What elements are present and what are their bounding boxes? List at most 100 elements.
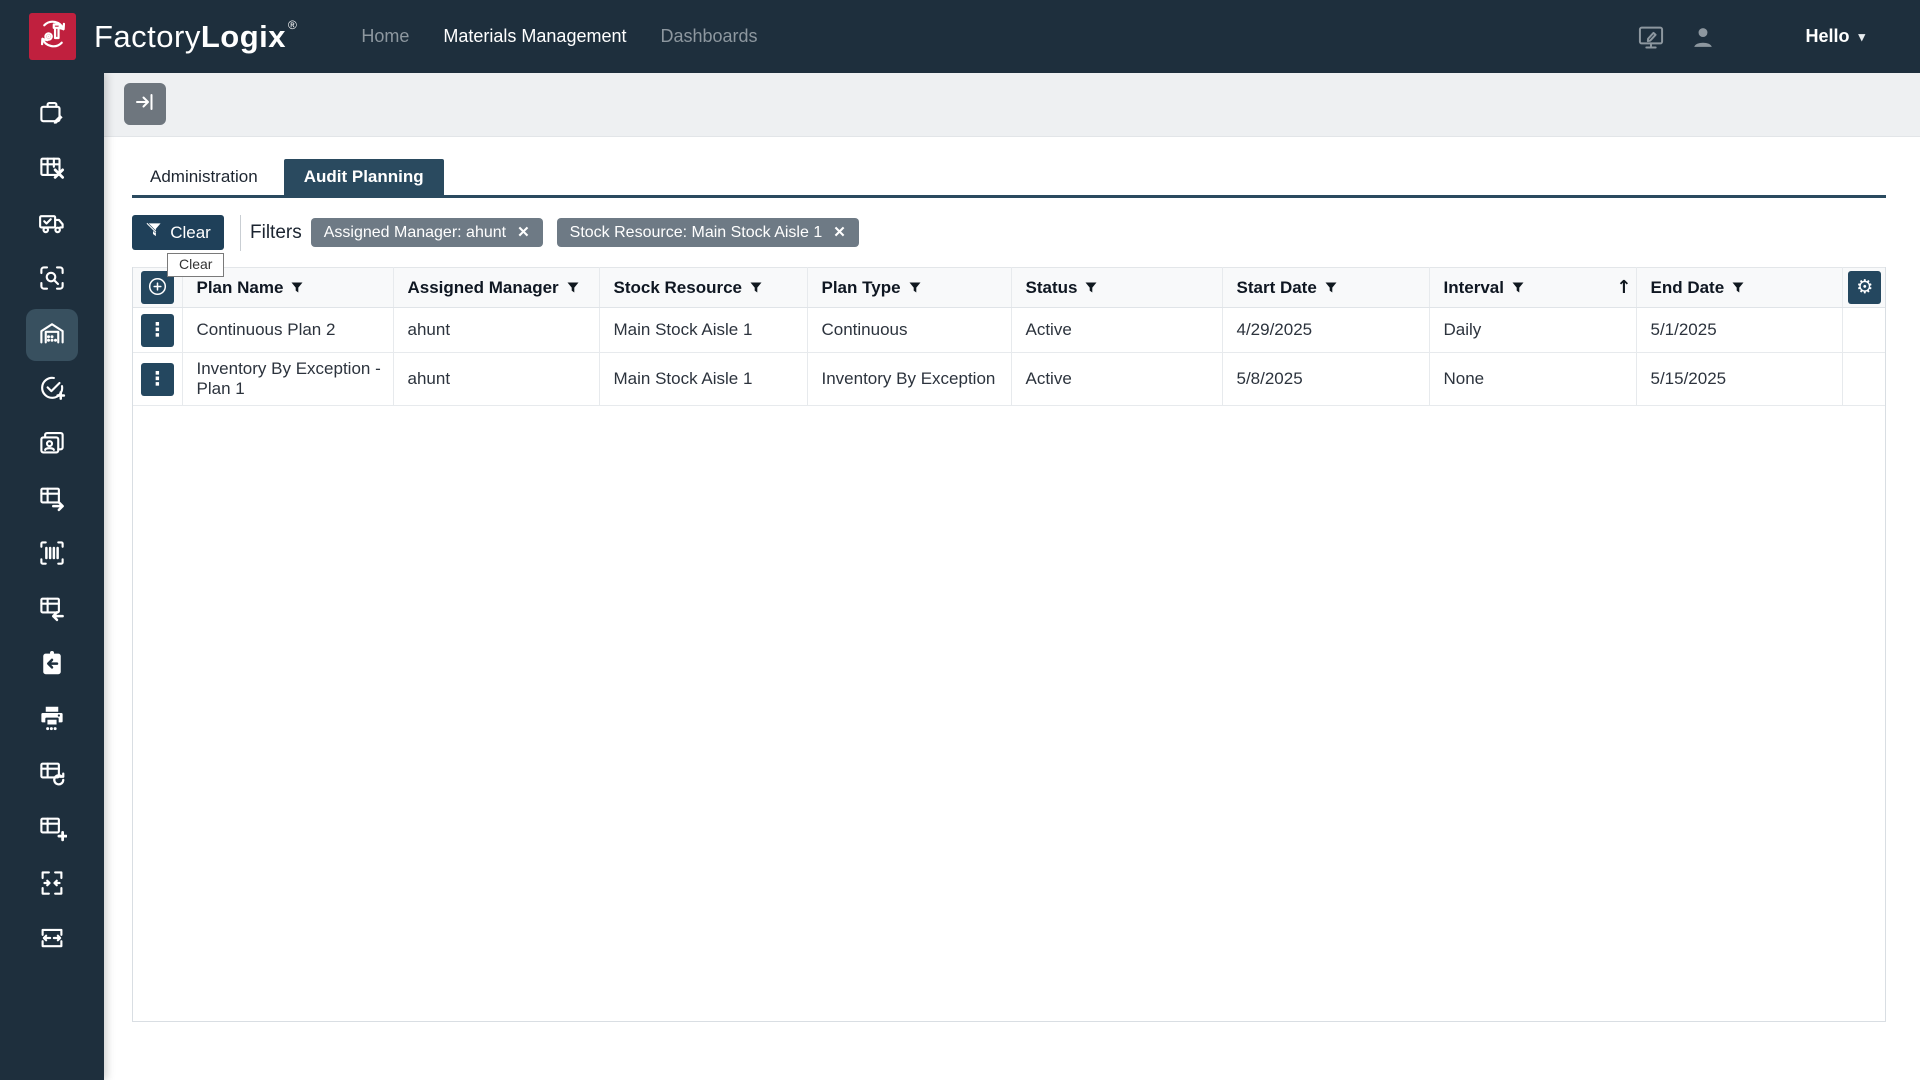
audit-plans-table: Plan Name Assigned Manager Stock Resourc… [132, 267, 1886, 1022]
caret-down-icon: ▾ [1858, 29, 1865, 45]
sidebar-item-warehouse[interactable] [26, 309, 78, 361]
factorylogix-logo[interactable] [29, 13, 76, 60]
cell-end-date: 5/15/2025 [1636, 353, 1842, 406]
header-settings-cell: ⚙ [1842, 268, 1886, 308]
column-header-start-date[interactable]: Start Date [1222, 268, 1429, 308]
cell-stock-resource: Main Stock Aisle 1 [599, 308, 807, 353]
row-actions-button[interactable]: ⋮ [141, 314, 174, 347]
sidebar-item-print[interactable] [26, 694, 78, 746]
sidebar-item-work-orders[interactable] [26, 89, 78, 141]
plus-circle-icon [148, 277, 167, 299]
vertical-ellipsis-icon: ⋮ [148, 321, 167, 340]
table-add-icon [37, 813, 67, 848]
brand-wordmark: FactoryLogix® [94, 18, 297, 55]
gear-icon: ⚙ [1856, 278, 1873, 297]
cell-settings [1842, 308, 1886, 353]
table-header-row: Plan Name Assigned Manager Stock Resourc… [133, 268, 1886, 308]
column-header-stock-resource[interactable]: Stock Resource [599, 268, 807, 308]
filter-chip-label: Assigned Manager: ahunt [324, 224, 506, 242]
filter-funnel-icon[interactable] [750, 278, 762, 298]
sidebar-item-table-refresh[interactable] [26, 749, 78, 801]
print-icon [37, 703, 67, 738]
column-header-status[interactable]: Status [1011, 268, 1222, 308]
filter-chip-assigned-manager[interactable]: Assigned Manager: ahunt ✕ [311, 218, 543, 247]
tab-audit-planning[interactable]: Audit Planning [284, 159, 444, 195]
cell-stock-resource: Main Stock Aisle 1 [599, 353, 807, 406]
sidebar-item-audit-add[interactable] [26, 364, 78, 416]
sidebar-item-table-export[interactable] [26, 474, 78, 526]
table-remove-icon [37, 153, 67, 188]
table-row[interactable]: ⋮ Inventory By Exception - Plan 1 ahunt … [133, 353, 1886, 406]
top-navbar: FactoryLogix® Home Materials Management … [0, 0, 1920, 73]
sidebar-item-table-add[interactable] [26, 804, 78, 856]
vertical-ellipsis-icon: ⋮ [148, 370, 167, 389]
filter-bar-divider [240, 215, 241, 251]
sidebar-item-contacts[interactable] [26, 419, 78, 471]
monitor-edit-icon[interactable] [1637, 23, 1665, 51]
sidebar-item-table-import[interactable] [26, 584, 78, 636]
clear-filters-button[interactable]: Clear Clear [132, 215, 224, 250]
column-header-interval[interactable]: Interval↑ [1429, 268, 1636, 308]
cell-end-date: 5/1/2025 [1636, 308, 1842, 353]
tab-administration[interactable]: Administration [132, 159, 276, 195]
table-refresh-icon [37, 758, 67, 793]
table-export-icon [37, 483, 67, 518]
arrow-to-bar-icon [133, 90, 157, 119]
sidebar-item-collapse[interactable] [26, 859, 78, 911]
expand-horizontal-icon [37, 923, 67, 958]
barcode-scan-icon [37, 538, 67, 573]
filter-funnel-icon[interactable] [1512, 278, 1524, 298]
sidebar-item-clipboard-return[interactable] [26, 639, 78, 691]
filter-funnel-icon[interactable] [1085, 278, 1097, 298]
sidebar-item-table-remove[interactable] [26, 144, 78, 196]
user-avatar-icon[interactable] [1689, 23, 1717, 51]
row-actions-button[interactable]: ⋮ [141, 363, 174, 396]
filter-funnel-icon[interactable] [567, 278, 579, 298]
sub-toolbar [104, 73, 1920, 137]
nav-link-materials-management[interactable]: Materials Management [443, 26, 626, 47]
cell-interval: Daily [1429, 308, 1636, 353]
column-header-end-date[interactable]: End Date [1636, 268, 1842, 308]
sidebar-item-expand[interactable] [26, 914, 78, 966]
user-menu[interactable]: Hello ▾ [1805, 26, 1865, 47]
main-content: Administration Audit Planning Clear Clea… [104, 137, 1920, 1080]
filter-bar: Clear Clear Filters Assigned Manager: ah… [132, 215, 1886, 250]
main-nav: Home Materials Management Dashboards [361, 26, 757, 47]
column-header-plan-type[interactable]: Plan Type [807, 268, 1011, 308]
cell-start-date: 4/29/2025 [1222, 308, 1429, 353]
cell-plan-name: Continuous Plan 2 [182, 308, 393, 353]
filter-funnel-icon[interactable] [291, 278, 303, 298]
user-menu-label: Hello [1805, 26, 1849, 47]
cell-plan-name: Inventory By Exception - Plan 1 [182, 353, 393, 406]
panel-toggle-button[interactable] [124, 83, 166, 125]
warehouse-icon [37, 318, 67, 353]
cell-plan-type: Inventory By Exception [807, 353, 1011, 406]
column-header-assigned-manager[interactable]: Assigned Manager [393, 268, 599, 308]
remove-filter-icon[interactable]: ✕ [517, 225, 530, 240]
cell-interval: None [1429, 353, 1636, 406]
filter-funnel-icon[interactable] [1732, 278, 1744, 298]
sidebar-item-shipments[interactable] [26, 199, 78, 251]
table-import-icon [37, 593, 67, 628]
cell-assigned-manager: ahunt [393, 353, 599, 406]
cell-settings [1842, 353, 1886, 406]
filter-chip-stock-resource[interactable]: Stock Resource: Main Stock Aisle 1 ✕ [557, 218, 859, 247]
filter-funnel-icon[interactable] [1325, 278, 1337, 298]
collapse-horizontal-icon [37, 868, 67, 903]
cell-plan-type: Continuous [807, 308, 1011, 353]
filter-funnel-icon[interactable] [909, 278, 921, 298]
cell-assigned-manager: ahunt [393, 308, 599, 353]
contact-card-icon [37, 428, 67, 463]
logo-gear-bolt-icon [34, 15, 72, 58]
cell-status: Active [1011, 353, 1222, 406]
table-row[interactable]: ⋮ Continuous Plan 2 ahunt Main Stock Ais… [133, 308, 1886, 353]
sidebar-item-scan-search[interactable] [26, 254, 78, 306]
nav-link-home[interactable]: Home [361, 26, 409, 47]
nav-link-dashboards[interactable]: Dashboards [660, 26, 757, 47]
sidebar-item-barcode-scan[interactable] [26, 529, 78, 581]
table-settings-button[interactable]: ⚙ [1848, 271, 1881, 304]
sort-ascending-icon[interactable]: ↑ [1616, 277, 1631, 298]
remove-filter-icon[interactable]: ✕ [833, 225, 846, 240]
filter-clear-icon [145, 222, 162, 243]
clear-tooltip: Clear [167, 253, 224, 277]
